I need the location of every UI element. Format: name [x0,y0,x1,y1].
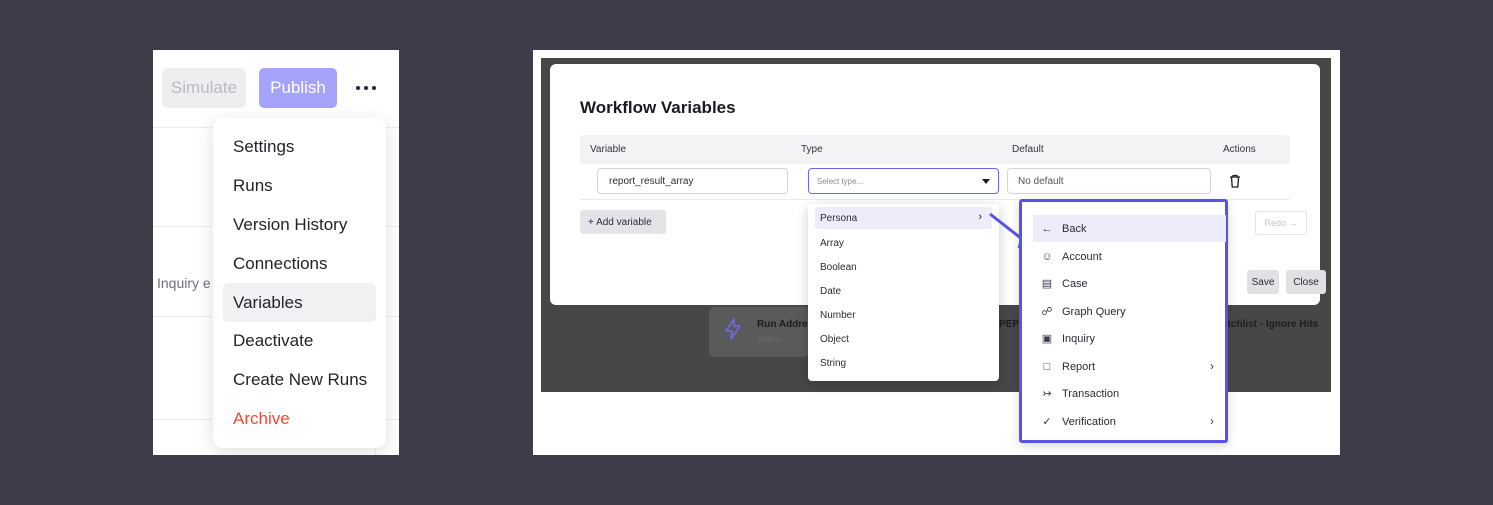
more-options-icon[interactable] [351,76,381,100]
menu-item-create-new-runs[interactable]: Create New Runs [223,361,376,400]
trash-icon[interactable] [1229,174,1243,190]
persona-option-inquiry[interactable]: ▣ Inquiry [1033,325,1226,352]
persona-option-label: Verification [1062,415,1116,428]
type-option-label: Date [820,285,842,297]
persona-option-label: Account [1062,250,1102,263]
lightning-icon [723,318,745,342]
persona-option-label: Report [1062,360,1096,373]
case-icon: ▤ [1041,278,1053,290]
menu-item-deactivate[interactable]: Deactivate [223,322,376,361]
workflow-header-panel: Simulate Publish Inquiry e Settings Runs V… [153,50,399,455]
step-card-title: Run Addre [757,319,808,330]
save-button[interactable]: Save [1247,270,1279,294]
modal-title: Workflow Variables [580,98,736,117]
background-step-label: PEP [999,319,1020,330]
type-option-number[interactable]: Number [815,304,992,326]
column-header-type: Type [801,144,823,155]
publish-button[interactable]: Publish [259,68,337,108]
type-option-boolean[interactable]: Boolean [815,256,992,278]
persona-option-verification[interactable]: ✓ Verification › [1033,408,1226,435]
type-option-label: Number [820,309,856,321]
variables-modal-screenshot: Run Addre Action PEP atchlist - Ignore H… [533,50,1340,455]
persona-option-report[interactable]: □ Report › [1033,353,1226,380]
menu-item-archive[interactable]: Archive [223,400,376,439]
add-variable-button[interactable]: + Add variable [580,210,666,234]
type-select[interactable]: Select type... [808,168,999,194]
persona-option-label: Case [1062,277,1088,290]
simulate-button[interactable]: Simulate [162,68,246,108]
persona-option-label: Graph Query [1062,305,1126,318]
table-header: Variable Type Default Actions [580,135,1290,164]
chevron-right-icon: › [978,211,982,223]
persona-option-label: Transaction [1062,387,1120,400]
caret-down-icon [982,179,990,184]
header-toolbar: Simulate Publish [153,50,399,128]
arrow-left-icon: ← [1041,222,1053,235]
type-option-object[interactable]: Object [815,328,992,350]
column-header-actions: Actions [1223,144,1256,155]
type-option-persona[interactable]: Persona › [815,207,992,229]
column-header-default: Default [1012,144,1044,155]
type-option-label: Boolean [820,261,857,273]
graph-query-icon: ☍ [1041,306,1053,318]
transaction-icon: ↣ [1042,388,1052,400]
step-card-subtitle: Action [757,334,783,344]
verification-icon: ✓ [1042,416,1052,428]
menu-item-settings[interactable]: Settings [223,128,376,167]
menu-item-connections[interactable]: Connections [223,244,376,283]
persona-option-label: Inquiry [1062,332,1096,345]
type-option-label: String [820,357,847,369]
type-option-label: Persona [820,212,858,224]
type-option-label: Array [820,237,844,249]
column-header-variable: Variable [590,144,626,155]
persona-option-account[interactable]: ☺ Account [1033,243,1226,270]
persona-option-graph-query[interactable]: ☍ Graph Query [1033,298,1226,325]
type-option-label: Object [820,333,849,345]
menu-item-version-history[interactable]: Version History [223,206,376,245]
menu-item-runs[interactable]: Runs [223,167,376,206]
type-select-placeholder: Select type... [817,176,864,186]
close-button[interactable]: Close [1286,270,1326,294]
persona-option-label: Back [1062,222,1087,235]
persona-submenu: ← Back ☺ Account ▤ Case ☍ Graph Query ▣ Inquiry □ R… [1019,199,1228,443]
chevron-right-icon: › [1210,414,1214,428]
account-icon: ☺ [1041,250,1053,263]
persona-option-back[interactable]: ← Back [1033,215,1226,242]
type-option-array[interactable]: Array [815,232,992,254]
more-options-menu: Settings Runs Version History Connections Va… [213,118,386,448]
type-option-string[interactable]: String [815,352,992,374]
inquiry-icon: ▣ [1041,333,1053,345]
persona-option-case[interactable]: ▤ Case [1033,270,1226,297]
background-step-label: atchlist - Ignore Hits [1222,319,1319,330]
menu-item-variables[interactable]: Variables [223,283,376,322]
persona-option-transaction[interactable]: ↣ Transaction [1033,380,1226,407]
background-step-label: Inquiry e [157,275,211,291]
redo-button[interactable]: Redo → [1255,211,1307,235]
type-dropdown-menu: Persona › Array Boolean Date Number Object Stri… [808,204,999,381]
variable-name-input[interactable]: report_result_array [597,168,788,194]
type-option-date[interactable]: Date [815,280,992,302]
default-value-input[interactable]: No default [1007,168,1211,194]
report-icon: □ [1043,360,1051,373]
chevron-right-icon: › [1210,359,1214,373]
